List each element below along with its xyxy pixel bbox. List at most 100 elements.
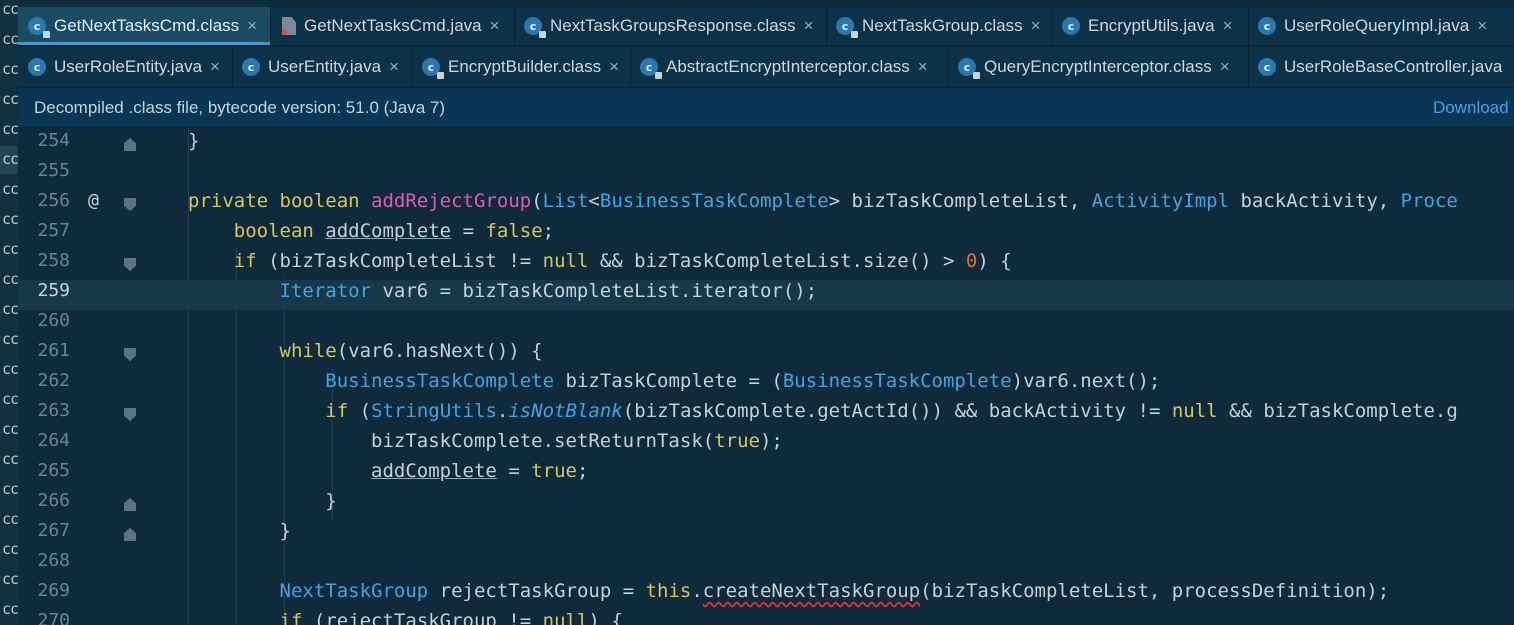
close-icon[interactable]: ×: [247, 16, 257, 36]
project-tree-item[interactable]: cc: [2, 240, 18, 258]
fold-start-icon[interactable]: [124, 258, 136, 271]
project-tree-item[interactable]: cc: [2, 540, 18, 558]
tab-queryencryptinterceptor-class[interactable]: c QueryEncryptInterceptor.class ×: [948, 47, 1249, 87]
project-tree-item[interactable]: cc: [2, 0, 18, 18]
code-line-259[interactable]: 259 Iterator var6 = bizTaskCompleteList.…: [18, 280, 1514, 310]
fold-end-icon[interactable]: [124, 138, 136, 151]
project-tree-item[interactable]: cc: [2, 180, 18, 198]
line-number[interactable]: 259: [18, 280, 70, 301]
line-number[interactable]: 269: [18, 580, 70, 601]
line-number[interactable]: 264: [18, 430, 70, 451]
close-icon[interactable]: ×: [609, 57, 619, 77]
fold-start-icon[interactable]: [124, 348, 136, 361]
close-icon[interactable]: ×: [1223, 16, 1233, 36]
code-line-258[interactable]: 258 if (bizTaskCompleteList != null && b…: [18, 250, 1514, 280]
tab-userroleentity-java[interactable]: c UserRoleEntity.java ×: [18, 47, 233, 87]
project-tree-item[interactable]: cc: [2, 360, 18, 378]
line-number[interactable]: 260: [18, 310, 70, 331]
tab-encryptbuilder-class[interactable]: c EncryptBuilder.class ×: [412, 47, 631, 87]
line-number[interactable]: 267: [18, 520, 70, 541]
code-line-263[interactable]: 263 if (StringUtils.isNotBlank(bizTaskCo…: [18, 400, 1514, 430]
line-number[interactable]: 256: [18, 190, 70, 211]
code-line-256[interactable]: 256 @ private boolean addRejectGroup(Lis…: [18, 190, 1514, 220]
close-icon[interactable]: ×: [1220, 57, 1230, 77]
close-icon[interactable]: ×: [804, 16, 814, 36]
code-line-254[interactable]: 254 }: [18, 130, 1514, 160]
close-icon[interactable]: ×: [210, 57, 220, 77]
fold-end-icon[interactable]: [124, 498, 136, 511]
project-tree-item[interactable]: cc: [2, 210, 18, 228]
project-tree-item[interactable]: cc: [2, 150, 18, 168]
download-sources-link[interactable]: Download: [1433, 98, 1509, 118]
code-line-257[interactable]: 257 boolean addComplete = false;: [18, 220, 1514, 250]
code-line-267[interactable]: 267 }: [18, 520, 1514, 550]
project-tree-item[interactable]: cc: [2, 420, 18, 438]
line-number[interactable]: 255: [18, 160, 70, 181]
tab-userrolebasecontroller-java[interactable]: c UserRoleBaseController.java: [1248, 47, 1514, 87]
line-number[interactable]: 262: [18, 370, 70, 391]
close-icon[interactable]: ×: [1477, 16, 1487, 36]
code-line-266[interactable]: 266 }: [18, 490, 1514, 520]
project-tree-item[interactable]: cc: [2, 60, 18, 78]
class-icon: c: [28, 58, 46, 76]
project-tree-item[interactable]: cc: [2, 120, 18, 138]
code-line-261[interactable]: 261 while(var6.hasNext()) {: [18, 340, 1514, 370]
class-lock-icon: c: [28, 17, 50, 38]
tab-label: EncryptBuilder.class: [448, 57, 602, 76]
code-line-262[interactable]: 262 BusinessTaskComplete bizTaskComplete…: [18, 370, 1514, 400]
tab-userentity-java[interactable]: c UserEntity.java ×: [232, 47, 413, 87]
project-panel-strip[interactable]: cc cc cc cc cc cc cc cc cc cc cc cc cc cc cc cc cc cc cc cc…: [0, 0, 18, 625]
close-icon[interactable]: ×: [490, 16, 500, 36]
line-number[interactable]: 270: [18, 610, 70, 625]
code-text: while(var6.hasNext()) {: [279, 340, 543, 362]
code-line-255[interactable]: 255: [18, 160, 1514, 190]
tab-getnexttaskscmd-java[interactable]: GetNextTasksCmd.java ×: [270, 7, 515, 45]
line-number[interactable]: 268: [18, 550, 70, 571]
code-text: NextTaskGroup rejectTaskGroup = this.cre…: [279, 580, 1390, 602]
tab-nexttaskgroupsresponse-class[interactable]: c NextTaskGroupsResponse.class ×: [514, 7, 827, 45]
close-icon[interactable]: ×: [918, 57, 928, 77]
project-tree-item[interactable]: cc: [2, 30, 18, 48]
line-number[interactable]: 263: [18, 400, 70, 421]
tab-abstractencryptinterceptor-class[interactable]: c AbstractEncryptInterceptor.class ×: [630, 47, 949, 87]
line-number[interactable]: 254: [18, 130, 70, 151]
project-tree-item[interactable]: cc: [2, 450, 18, 468]
project-tree-item[interactable]: cc: [2, 270, 18, 288]
fold-end-icon[interactable]: [124, 528, 136, 541]
banner-text: Decompiled .class file, bytecode version…: [34, 98, 446, 117]
project-tree-item[interactable]: cc: [2, 300, 18, 318]
line-number[interactable]: 261: [18, 340, 70, 361]
code-line-270[interactable]: 270 if (rejectTaskGroup != null) {: [18, 610, 1514, 625]
code-editor[interactable]: 254 } 255 256 @ private boolean addRejec…: [18, 128, 1514, 625]
code-line-269[interactable]: 269 NextTaskGroup rejectTaskGroup = this…: [18, 580, 1514, 610]
tab-nexttaskgroup-class[interactable]: c NextTaskGroup.class ×: [826, 7, 1053, 45]
project-tree-item[interactable]: cc: [2, 480, 18, 498]
java-file-icon: [282, 17, 296, 35]
project-tree-item[interactable]: cc: [2, 90, 18, 108]
fold-start-icon[interactable]: [124, 408, 136, 421]
project-tree-item[interactable]: cc: [2, 510, 18, 528]
abstract-class-lock-icon: c: [640, 58, 662, 79]
fold-start-icon[interactable]: [124, 198, 136, 211]
project-tree-item[interactable]: cc: [2, 330, 18, 348]
tab-encryptutils-java[interactable]: c EncryptUtils.java ×: [1052, 7, 1249, 45]
line-number[interactable]: 266: [18, 490, 70, 511]
project-tree-item[interactable]: cc: [2, 600, 18, 618]
line-number[interactable]: 265: [18, 460, 70, 481]
close-icon[interactable]: ×: [1031, 16, 1041, 36]
class-lock-icon: c: [958, 58, 980, 79]
project-tree-item[interactable]: cc: [2, 390, 18, 408]
tab-userrolequeryimpl-java[interactable]: c UserRoleQueryImpl.java ×: [1248, 7, 1514, 45]
tab-getnexttaskscmd-class[interactable]: c GetNextTasksCmd.class ×: [18, 7, 271, 45]
close-icon[interactable]: ×: [389, 57, 399, 77]
line-number[interactable]: 257: [18, 220, 70, 241]
code-line-265[interactable]: 265 addComplete = true;: [18, 460, 1514, 490]
project-tree-item[interactable]: cc: [2, 570, 18, 588]
tab-label: UserRoleEntity.java: [54, 57, 203, 76]
code-line-260[interactable]: 260: [18, 310, 1514, 340]
override-annotation-icon[interactable]: @: [88, 190, 99, 211]
class-lock-icon: c: [422, 58, 444, 79]
line-number[interactable]: 258: [18, 250, 70, 271]
code-line-264[interactable]: 264 bizTaskComplete.setReturnTask(true);: [18, 430, 1514, 460]
code-line-268[interactable]: 268: [18, 550, 1514, 580]
